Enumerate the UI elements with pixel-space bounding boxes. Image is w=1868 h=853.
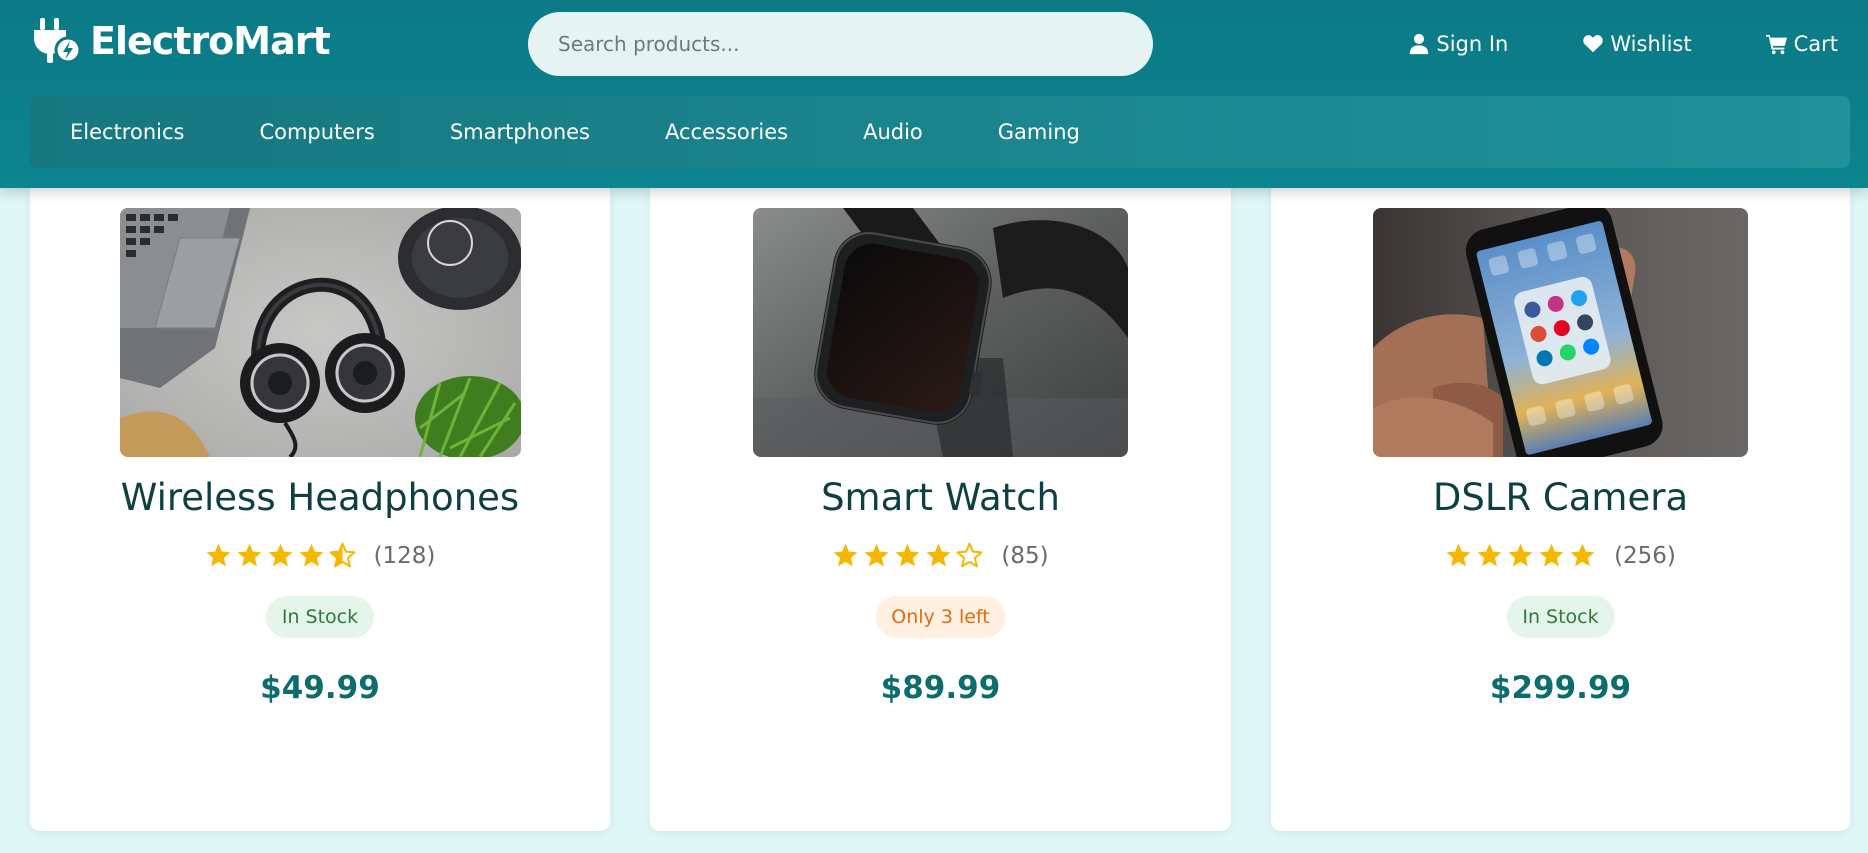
nav-item-gaming[interactable]: Gaming	[998, 120, 1080, 144]
cart-label: Cart	[1793, 32, 1838, 56]
user-icon	[1410, 33, 1429, 55]
product-price: $49.99	[260, 670, 380, 706]
product-title[interactable]: Wireless Headphones	[30, 476, 610, 519]
category-nav: Electronics Computers Smartphones Access…	[30, 96, 1850, 168]
sign-in-label: Sign In	[1436, 32, 1509, 56]
star-empty-icon	[956, 542, 983, 568]
brand-name: ElectroMart	[90, 19, 331, 63]
product-card[interactable]: Smart Watch (85) Only 3 left $89.99	[650, 170, 1231, 831]
star-full-icon	[864, 543, 889, 567]
site-header: ElectroMart Sign In Wishlist Cart	[0, 0, 1868, 188]
product-image[interactable]	[120, 208, 521, 457]
nav-item-smartphones[interactable]: Smartphones	[450, 120, 590, 144]
review-count: (85)	[1001, 542, 1049, 569]
star-full-icon	[1508, 543, 1533, 567]
star-full-icon	[268, 543, 292, 567]
star-full-icon	[206, 543, 230, 567]
nav-item-accessories[interactable]: Accessories	[665, 120, 788, 144]
stock-badge: In Stock	[1506, 596, 1615, 638]
star-full-icon	[237, 543, 261, 567]
stock-badge: Only 3 left	[875, 596, 1006, 638]
brand-logo[interactable]: ElectroMart	[30, 16, 331, 66]
cart-icon	[1765, 34, 1787, 55]
sign-in-button[interactable]: Sign In	[1408, 32, 1508, 56]
star-rating: (256)	[1271, 542, 1850, 569]
wishlist-label: Wishlist	[1610, 32, 1692, 56]
review-count: (128)	[373, 542, 436, 569]
wishlist-button[interactable]: Wishlist	[1582, 32, 1692, 56]
star-full-icon	[1539, 543, 1564, 567]
search-input[interactable]	[528, 12, 1153, 76]
star-rating: (85)	[650, 542, 1231, 569]
nav-item-audio[interactable]: Audio	[863, 120, 923, 144]
nav-item-electronics[interactable]: Electronics	[70, 120, 184, 144]
headphones-photo	[120, 208, 521, 457]
smartwatch-photo	[753, 208, 1128, 457]
nav-item-computers[interactable]: Computers	[259, 120, 374, 144]
product-image[interactable]	[1373, 208, 1748, 457]
product-card[interactable]: DSLR Camera (256) In Stock $299.99	[1271, 170, 1850, 831]
plug-bolt-icon	[34, 18, 82, 64]
star-rating: (128)	[30, 542, 610, 569]
star-full-icon	[895, 543, 920, 567]
header-actions: Sign In Wishlist Cart	[1408, 24, 1838, 64]
phone-photo	[1373, 208, 1748, 457]
cart-button[interactable]: Cart	[1765, 32, 1838, 56]
review-count: (256)	[1614, 542, 1676, 569]
product-price: $89.99	[880, 670, 1001, 706]
heart-icon	[1583, 35, 1604, 53]
star-full-icon	[1570, 543, 1595, 567]
star-full-icon	[833, 543, 858, 567]
product-title[interactable]: DSLR Camera	[1271, 476, 1850, 519]
product-card[interactable]: Wireless Headphones (128) In Stock $49.9…	[30, 170, 610, 831]
stock-badge: In Stock	[265, 596, 375, 638]
star-full-icon	[299, 543, 323, 567]
product-image[interactable]	[753, 208, 1128, 457]
product-title[interactable]: Smart Watch	[650, 476, 1231, 519]
product-price: $299.99	[1489, 670, 1632, 706]
star-full-icon	[926, 543, 951, 567]
star-half-icon	[329, 542, 355, 568]
star-full-icon	[1477, 543, 1502, 567]
star-full-icon	[1446, 543, 1471, 567]
